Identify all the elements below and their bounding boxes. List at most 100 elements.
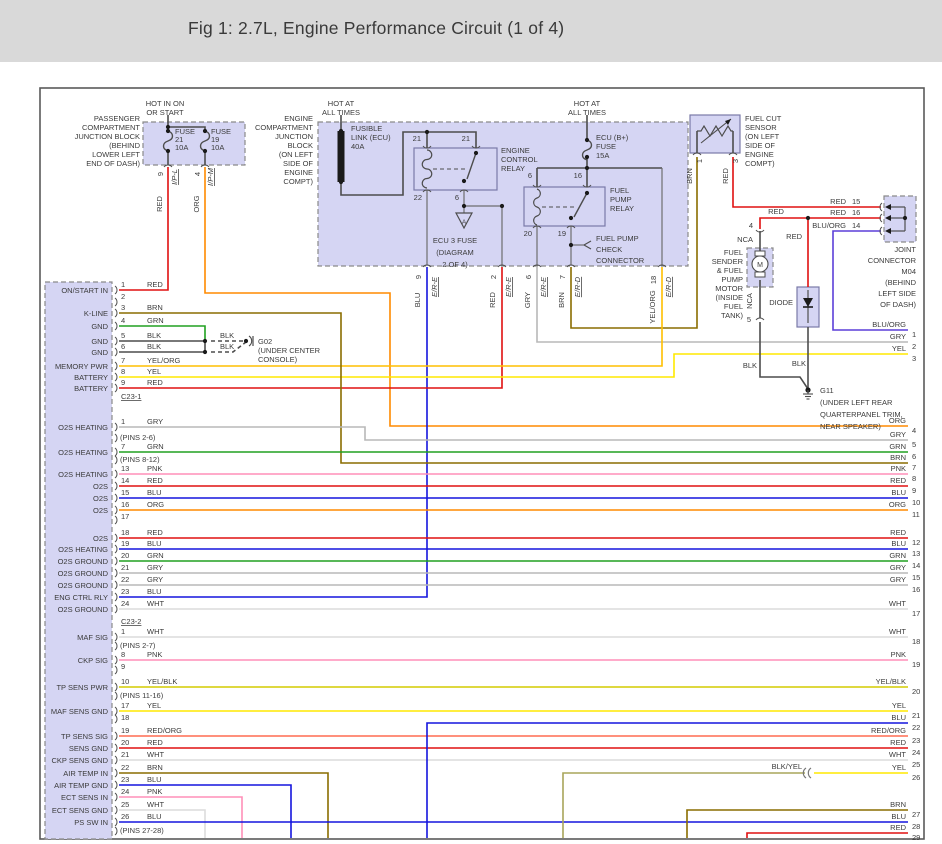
label: ORG (889, 500, 906, 509)
label: GRY (890, 563, 906, 572)
label: BRN (147, 763, 163, 772)
label: BLOCK (288, 141, 313, 150)
label: BRN (685, 168, 694, 184)
label: BLU (891, 713, 906, 722)
label: COMPARTMENT (255, 123, 313, 132)
label: 4 (912, 426, 916, 435)
label: 2 (121, 292, 125, 301)
label: BLK/YEL (772, 762, 802, 771)
label: TANK) (721, 311, 743, 320)
label: JUNCTION BLOCK (75, 132, 140, 141)
label: 15 (121, 488, 129, 497)
label: RED (488, 292, 497, 308)
label: 3 (121, 303, 125, 312)
label: GRY (147, 417, 163, 426)
label: 16 (912, 585, 920, 594)
label: BRN (890, 800, 906, 809)
label: 26 (121, 812, 129, 821)
label: 25 (912, 760, 920, 769)
label: 21 (121, 563, 129, 572)
label: (DIAGRAM (436, 248, 474, 257)
label: ENGINE (284, 114, 313, 123)
junction-dot (500, 204, 504, 208)
label: HOT IN ON (146, 99, 185, 108)
label: GRY (890, 430, 906, 439)
label: 21 (912, 711, 920, 720)
label: MAF SIG (77, 633, 108, 642)
label: 22 (912, 723, 920, 732)
label: OF DASH) (880, 300, 916, 309)
label: 5 (912, 440, 916, 449)
label: 6 (455, 193, 459, 202)
junction-dot (585, 166, 589, 170)
label: O2S GROUND (58, 557, 109, 566)
label: 20 (121, 738, 129, 747)
label: BLU (147, 539, 162, 548)
label: RED (155, 196, 164, 212)
label: 2 (912, 342, 916, 351)
label: BLK (147, 342, 161, 351)
motor-brush-bottom (755, 272, 765, 277)
label: 4 (749, 221, 753, 230)
label: 6 (524, 275, 533, 279)
label: TP SENS PWR (56, 683, 108, 692)
label: 2 OF 4) (442, 260, 468, 269)
label: RED (721, 168, 730, 184)
label: 17 (121, 512, 129, 521)
label: O2S (93, 482, 108, 491)
label: 13 (121, 464, 129, 473)
junction-dot (425, 130, 429, 134)
label: FUSE (596, 142, 616, 151)
label: 20 (524, 229, 532, 238)
junction-dot (339, 129, 343, 133)
label: BLU (147, 587, 162, 596)
label: 29 (912, 833, 920, 842)
label: ENGINE (501, 146, 530, 155)
label: 6 (912, 452, 916, 461)
label: 18 (121, 528, 129, 537)
label: (ON LEFT (279, 150, 314, 159)
label: CKP SENS GND (51, 756, 108, 765)
label: 7 (121, 356, 125, 365)
label: (PINS 8-12) (120, 455, 160, 464)
label: 14 (912, 561, 920, 570)
junction-dot (462, 204, 466, 208)
label: DIODE (769, 298, 793, 307)
junction-dot (585, 138, 589, 142)
label: WHT (889, 599, 906, 608)
label: O2S (93, 534, 108, 543)
label: 23 (121, 587, 129, 596)
label: 19 (121, 726, 129, 735)
label: BLU (147, 775, 162, 784)
label: GRN (147, 551, 164, 560)
label: 7 (121, 442, 125, 451)
label: 15 (912, 573, 920, 582)
label: E/R-E (539, 276, 548, 297)
label: FUSIBLE (351, 124, 382, 133)
label: WHT (147, 627, 164, 636)
label: K-LINE (84, 309, 108, 318)
label: YEL/BLK (147, 677, 177, 686)
label: CONTROL (501, 155, 538, 164)
label: BRN (890, 453, 906, 462)
label: 3 (912, 354, 916, 363)
label: HOT AT (328, 99, 355, 108)
label: RED (830, 197, 846, 206)
label: 19 (912, 660, 920, 669)
label: FUEL (724, 302, 743, 311)
label: NEAR SPEAKER) (820, 422, 881, 431)
label: 22 (121, 575, 129, 584)
label: ENGINE (284, 168, 313, 177)
label: RED (147, 280, 163, 289)
label: GND (91, 322, 108, 331)
label: 16 (852, 208, 860, 217)
label: 9 (414, 275, 423, 279)
label: PS SW IN (74, 818, 108, 827)
label: (PINS 11-16) (120, 691, 164, 700)
label: E/R-E (430, 276, 439, 297)
label: 25 (121, 800, 129, 809)
label: BRN (557, 292, 566, 308)
label: AIR TEMP GND (54, 781, 108, 790)
label: GRN (889, 442, 906, 451)
label: WHT (147, 800, 164, 809)
